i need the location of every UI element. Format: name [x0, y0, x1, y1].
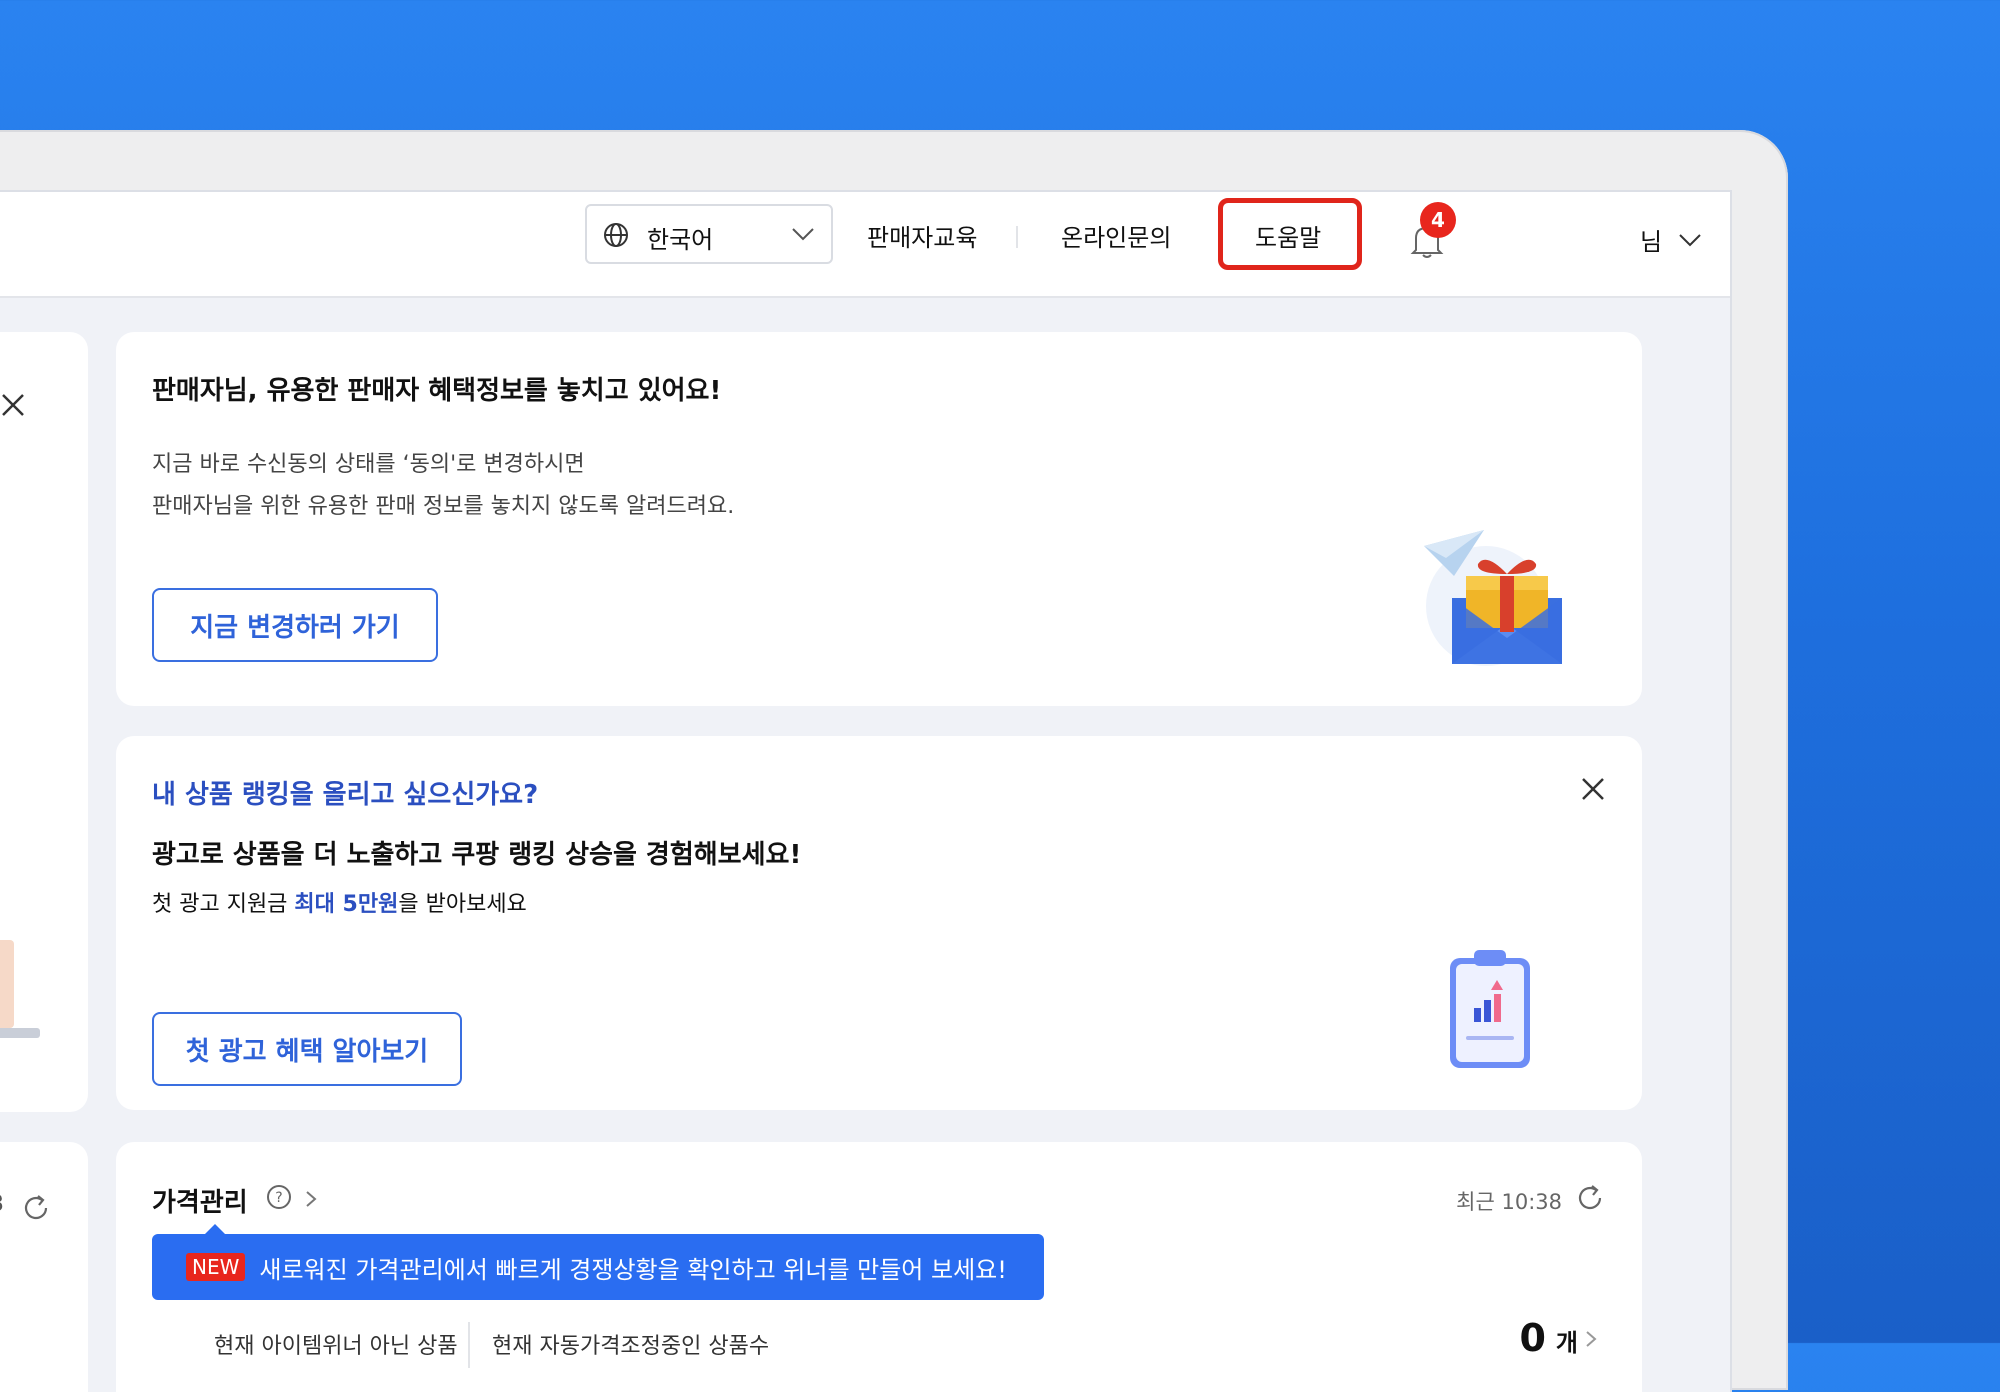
top-bar: 한국어 판매자교육 온라인문의 도움말 4 님 — [0, 192, 1730, 298]
left-partial-number: 3 — [0, 1192, 4, 1217]
new-badge: NEW — [186, 1253, 246, 1281]
auto-pricing-label: 현재 자동가격조정중인 상품수 — [492, 1334, 770, 1359]
illustration-fragment — [0, 1028, 40, 1038]
benefit-card-desc-line2: 판매자님을 위한 유용한 판매 정보를 놓치지 않도록 알려드려요. — [152, 494, 735, 519]
notification-badge: 4 — [1420, 202, 1456, 238]
question-circle-icon[interactable]: ? — [266, 1184, 292, 1210]
new-feature-tooltip[interactable]: NEW 새로워진 가격관리에서 빠르게 경쟁상황을 확인하고 위너를 만들어 보… — [152, 1234, 1044, 1300]
language-select[interactable]: 한국어 — [585, 204, 833, 264]
price-management-card: 가격관리 ? 최근 10:38 NEW 새로워진 가격관리에서 빠르게 경쟁상황… — [116, 1142, 1642, 1392]
benefit-card-title: 판매자님, 유용한 판매자 혜택정보를 놓치고 있어요! — [152, 376, 722, 406]
change-consent-button[interactable]: 지금 변경하러 가기 — [152, 588, 438, 662]
close-icon[interactable] — [0, 392, 26, 418]
ad-benefit-button[interactable]: 첫 광고 혜택 알아보기 — [152, 1012, 462, 1086]
svg-text:?: ? — [275, 1190, 282, 1206]
divider — [468, 1322, 470, 1368]
ad-line-highlight: 최대 5만원 — [294, 892, 399, 917]
auto-pricing-count[interactable]: 0 개 — [1519, 1316, 1578, 1360]
price-card-title[interactable]: 가격관리 — [152, 1182, 248, 1219]
left-partial-card — [0, 332, 88, 1112]
benefit-consent-card: 판매자님, 유용한 판매자 혜택정보를 놓치고 있어요! 지금 바로 수신동의 … — [116, 332, 1642, 706]
benefit-card-desc-line1: 지금 바로 수신동의 상태를 ‘동의'로 변경하시면 — [152, 452, 585, 477]
user-menu-label[interactable]: 님 — [1640, 222, 1662, 257]
ad-card-line: 첫 광고 지원금 최대 5만원을 받아보세요 — [152, 886, 527, 918]
refresh-icon[interactable] — [1574, 1182, 1606, 1214]
globe-icon — [604, 223, 628, 247]
close-icon[interactable] — [1580, 776, 1606, 802]
non-winner-label: 현재 아이템위너 아닌 상품 — [214, 1334, 458, 1359]
refresh-icon[interactable] — [20, 1192, 52, 1224]
chevron-down-icon — [792, 228, 814, 241]
left-partial-card: 3 — [0, 1142, 88, 1392]
chevron-right-icon[interactable] — [1584, 1330, 1598, 1348]
ad-line-suffix: 을 받아보세요 — [398, 892, 527, 917]
ad-card-title: 광고로 상품을 더 노출하고 쿠팡 랭킹 상승을 경험해보세요! — [152, 840, 802, 870]
ad-line-prefix: 첫 광고 지원금 — [152, 892, 295, 917]
nav-divider — [1016, 226, 1018, 248]
nav-online-inquiry[interactable]: 온라인문의 — [1061, 218, 1171, 253]
illustration-fragment — [0, 940, 14, 1028]
nav-seller-education[interactable]: 판매자교육 — [867, 218, 977, 253]
ad-promo-card: 내 상품 랭킹을 올리고 싶으신가요? 광고로 상품을 더 노출하고 쿠팡 랭킹… — [116, 736, 1642, 1110]
chevron-right-icon[interactable] — [304, 1190, 318, 1208]
language-label: 한국어 — [647, 226, 714, 254]
count-value: 0 — [1519, 1316, 1546, 1360]
chevron-down-icon[interactable] — [1678, 232, 1702, 248]
app-screen: 한국어 판매자교육 온라인문의 도움말 4 님 3 — [0, 190, 1732, 1392]
nav-help[interactable]: 도움말 — [1255, 218, 1321, 253]
tooltip-text: 새로워진 가격관리에서 빠르게 경쟁상황을 확인하고 위너를 만들어 보세요! — [259, 1255, 1007, 1284]
last-updated-time: 최근 10:38 — [1456, 1190, 1562, 1214]
ad-card-subtitle: 내 상품 랭킹을 올리고 싶으신가요? — [152, 780, 539, 810]
count-unit: 개 — [1555, 1329, 1578, 1357]
gift-envelope-icon — [1424, 530, 1562, 666]
clipboard-chart-icon — [1450, 950, 1530, 1068]
